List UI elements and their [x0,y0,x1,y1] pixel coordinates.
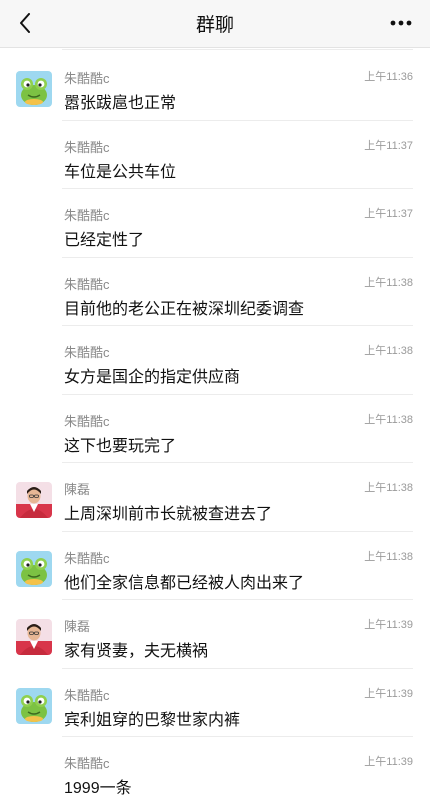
message-time: 上午11:37 [364,208,413,220]
message-text: 宾利姐穿的巴黎世家内裤 [64,711,241,729]
avatar-frog[interactable] [16,71,52,107]
divider [62,736,413,737]
message-row[interactable]: 朱酷酷c 上午11:38 女方是国企的指定供应商 [0,325,430,394]
message-time: 上午11:36 [364,71,413,83]
more-button[interactable] [388,11,414,35]
chevron-left-icon [20,13,30,33]
sender-name: 陳磊 [64,619,91,634]
message-text: 嚣张跋扈也正常 [64,95,177,112]
message-row[interactable]: 陳磊 上午11:38 上周深圳前市长就被查进去了 [0,462,430,531]
avatar-frog[interactable] [16,550,52,587]
navigation-bar: 群聊 [0,0,430,48]
message-time: 上午11:38 [364,482,413,494]
divider [62,599,413,600]
message-text: 家有贤妻，夫无横祸 [64,643,209,660]
message-row[interactable]: 陳磊 上午11:39 家有贤妻，夫无横祸 [0,599,430,668]
divider [62,49,413,50]
divider [62,119,413,121]
sender-name: 朱酷酷c [64,208,110,223]
divider [62,667,413,669]
avatar-frog[interactable] [16,687,52,724]
sender-name: 朱酷酷c [64,756,110,771]
message-text: 上周深圳前市长就被查进去了 [64,506,273,523]
message-text: 这下也要玩完了 [64,437,177,455]
sender-name: 朱酷酷c [64,550,110,566]
sender-name: 朱酷酷c [64,413,110,429]
message-row[interactable]: 朱酷酷c 上午11:38 他们全家信息都已经被人肉出来了 [0,530,430,600]
message-time: 上午11:38 [364,345,413,357]
message-row[interactable]: 朱酷酷c 上午11:39 1999一条 [0,736,430,800]
divider [62,188,413,189]
message-row[interactable]: 朱酷酷c 上午11:38 目前他的老公正在被深圳纪委调查 [0,256,430,326]
message-time: 上午11:38 [364,276,413,289]
message-time: 上午11:39 [364,619,413,631]
sender-name: 朱酷酷c [64,687,110,703]
message-time: 上午11:39 [364,756,413,768]
message-text: 车位是公共车位 [64,163,177,181]
message-row[interactable]: 朱酷酷c 上午11:36 嚣张跋扈也正常 [0,51,430,120]
message-text: 1999一条 [64,780,132,797]
sender-name: 朱酷酷c [64,71,110,86]
divider [62,393,413,395]
message-time: 上午11:38 [364,550,413,563]
sender-name: 朱酷酷c [64,345,110,360]
back-button[interactable] [14,11,36,35]
divider [62,256,413,258]
message-row[interactable]: 朱酷酷c 上午11:37 车位是公共车位 [0,119,430,189]
message-row[interactable]: 朱酷酷c 上午11:38 这下也要玩完了 [0,393,430,463]
message-time: 上午11:39 [364,687,413,700]
message-time: 上午11:37 [364,139,413,152]
avatar-person[interactable] [16,619,52,655]
message-time: 上午11:38 [364,413,413,426]
page-title: 群聊 [195,15,234,36]
more-dots-icon [390,20,412,26]
sender-name: 陳磊 [64,482,91,497]
sender-name: 朱酷酷c [64,276,110,292]
divider [62,530,413,532]
message-text: 已经定性了 [64,232,145,249]
message-row[interactable]: 朱酷酷c 上午11:37 已经定性了 [0,188,430,257]
divider [62,462,413,463]
message-text: 目前他的老公正在被深圳纪委调查 [64,300,305,318]
divider [62,325,413,326]
message-row[interactable]: 朱酷酷c 上午11:39 宾利姐穿的巴黎世家内裤 [0,667,430,737]
message-text: 他们全家信息都已经被人肉出来了 [64,574,305,592]
sender-name: 朱酷酷c [64,139,110,155]
message-list[interactable]: 朱酷酷c 上午11:36 嚣张跋扈也正常 朱酷酷c 上午11:37 车位是公共车位 朱酷酷c… [0,47,430,800]
avatar-person[interactable] [16,482,52,518]
message-text: 女方是国企的指定供应商 [64,369,241,386]
